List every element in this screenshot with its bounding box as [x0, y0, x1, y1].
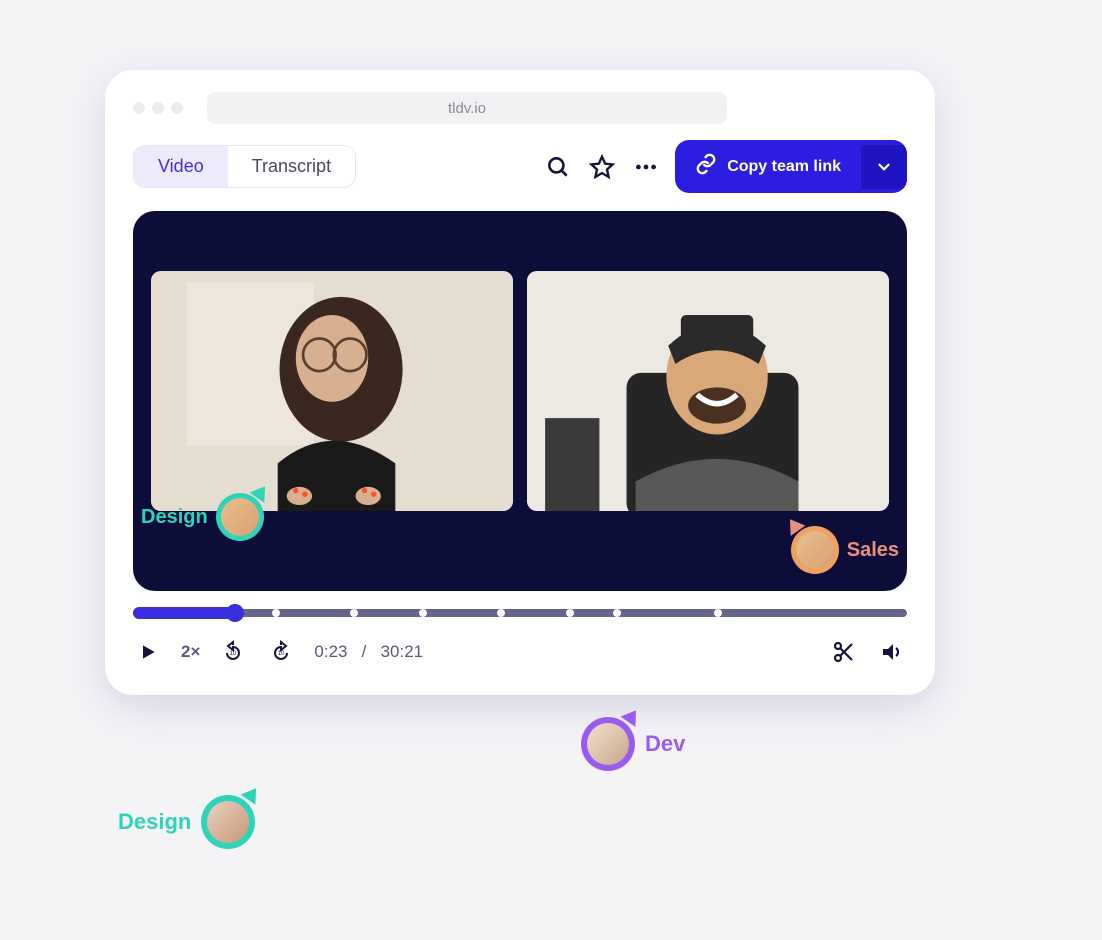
- volume-icon[interactable]: [877, 637, 907, 667]
- tab-video[interactable]: Video: [134, 146, 228, 187]
- timeline-marker[interactable]: [350, 609, 358, 617]
- svg-text:10: 10: [230, 651, 237, 657]
- traffic-light-close[interactable]: [133, 102, 145, 114]
- timeline-thumb[interactable]: [226, 604, 244, 622]
- cursor-label-sales: Sales: [847, 539, 899, 562]
- search-icon[interactable]: [543, 152, 573, 182]
- cursor-label-dev: Dev: [645, 731, 685, 757]
- star-icon[interactable]: [587, 152, 617, 182]
- time-current: 0:23: [314, 642, 347, 661]
- link-icon: [695, 153, 717, 180]
- traffic-light-minimize[interactable]: [152, 102, 164, 114]
- tab-transcript[interactable]: Transcript: [228, 146, 355, 187]
- browser-window: tldv.io Video Transcript Copy team link: [105, 70, 935, 695]
- cursor-avatar-sales: [791, 526, 839, 574]
- cursor-avatar-dev: [581, 717, 635, 771]
- cursor-tag-dev: Dev: [581, 717, 685, 771]
- video-participant-1: [151, 271, 513, 511]
- cursor-tag-design-2: Design: [118, 795, 255, 849]
- cursor-avatar-design-2: [201, 795, 255, 849]
- timeline-marker[interactable]: [714, 609, 722, 617]
- copy-team-link-button: Copy team link: [675, 140, 907, 193]
- url-text: tldv.io: [448, 100, 486, 117]
- cursor-label-design-2: Design: [118, 809, 191, 835]
- copy-team-link-label: Copy team link: [727, 158, 841, 176]
- timeline-fill: [133, 607, 234, 619]
- timeline-marker[interactable]: [613, 609, 621, 617]
- browser-chrome: tldv.io: [133, 92, 907, 124]
- cursor-tag-sales: Sales: [791, 526, 899, 574]
- traffic-light-zoom[interactable]: [171, 102, 183, 114]
- svg-text:10: 10: [278, 651, 285, 657]
- copy-team-link-dropdown[interactable]: [861, 145, 907, 189]
- time-display: 0:23 / 30:21: [314, 642, 423, 662]
- scissors-icon[interactable]: [829, 637, 859, 667]
- timeline-track: [133, 609, 907, 617]
- video-participant-2: [527, 271, 889, 511]
- player-controls: 2× 10 10 0:23 / 30:21: [133, 637, 907, 667]
- timeline-marker[interactable]: [497, 609, 505, 617]
- time-separator: /: [362, 642, 367, 661]
- more-icon[interactable]: [631, 152, 661, 182]
- timeline[interactable]: [133, 607, 907, 619]
- toolbar: Video Transcript Copy team link: [133, 140, 907, 193]
- time-total: 30:21: [381, 642, 424, 661]
- view-tabs: Video Transcript: [133, 145, 356, 188]
- copy-team-link-main[interactable]: Copy team link: [675, 140, 861, 193]
- rewind-10-icon[interactable]: 10: [218, 637, 248, 667]
- playback-speed[interactable]: 2×: [181, 642, 200, 662]
- play-icon[interactable]: [133, 637, 163, 667]
- forward-10-icon[interactable]: 10: [266, 637, 296, 667]
- address-bar[interactable]: tldv.io: [207, 92, 727, 124]
- traffic-lights: [133, 102, 183, 114]
- video-area: Design Sales: [133, 211, 907, 591]
